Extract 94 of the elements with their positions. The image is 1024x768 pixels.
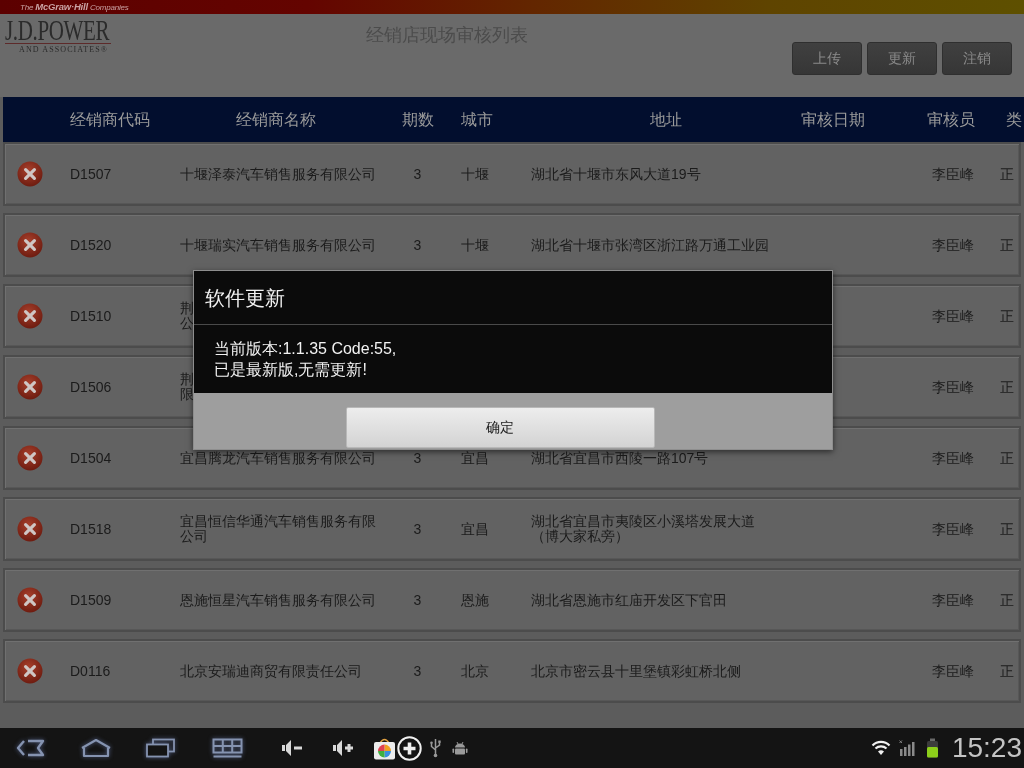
back-icon[interactable]	[15, 739, 45, 757]
table-cell: 正	[1000, 521, 1014, 537]
table-cell: 李臣峰	[932, 308, 974, 324]
delete-icon[interactable]	[17, 232, 43, 258]
delete-icon[interactable]	[17, 445, 43, 471]
table-cell: 3	[413, 521, 422, 537]
column-header: 城市	[461, 110, 493, 128]
table-cell: 湖北省宜昌市西陵一路107号	[531, 451, 709, 466]
table-cell: 湖北省十堰市张湾区浙江路万通工业园	[531, 238, 769, 253]
table-cell: D0116	[70, 663, 111, 679]
toolbar-button[interactable]: 注销	[942, 42, 1012, 75]
table-cell: 十堰	[461, 237, 489, 253]
table-cell: 湖北省十堰市东风大道19号	[531, 167, 701, 182]
column-header: 经销商代码	[70, 110, 150, 128]
table-cell: 恩施恒星汽车销售服务有限公司	[180, 593, 376, 608]
table-cell: D1506	[70, 379, 112, 395]
column-header: 地址	[650, 110, 682, 128]
table-cell: 正	[1000, 450, 1014, 466]
table-cell: 北京	[461, 663, 489, 679]
table-cell: 李臣峰	[932, 592, 974, 608]
table-cell: 李臣峰	[932, 521, 974, 537]
column-header: 经销商名称	[236, 110, 316, 128]
delete-icon[interactable]	[17, 303, 43, 329]
table-cell-text: 湖北省宜昌市夷陵区小溪塔发展大道（博大家私旁）	[531, 513, 756, 544]
table-row[interactable]: D1520 十堰瑞实汽车销售服务有限公司 3 十堰 湖北省十堰市张湾区浙江路万通工业园 李臣峰 正	[3, 213, 1021, 277]
table-row[interactable]: D1509 恩施恒星汽车销售服务有限公司 3 恩施 湖北省恩施市红庙开发区下官田 李臣峰 正	[3, 568, 1021, 632]
logo-text: J.D.POWER	[5, 17, 110, 42]
column-header: 类	[1006, 110, 1022, 128]
brand-tagline: The McGraw·Hill Companies	[20, 0, 129, 14]
table-cell: 宜昌	[461, 450, 489, 466]
table-cell: 十堰瑞实汽车销售服务有限公司	[180, 238, 376, 253]
table-cell: 李臣峰	[932, 166, 974, 182]
dialog-button[interactable]: 确定	[345, 407, 655, 448]
table-cell: 湖北省恩施市红庙开发区下官田	[531, 593, 727, 608]
table-cell: 李臣峰	[932, 663, 974, 679]
table-cell: 公	[180, 316, 194, 331]
table-cell: D1518	[70, 521, 112, 537]
table-cell: 3	[413, 450, 422, 466]
clock-time: 15:23	[951, 733, 1022, 763]
robot-icon	[452, 741, 468, 755]
table-cell: 十堰	[461, 166, 489, 182]
table-cell: D1510	[70, 308, 112, 324]
table-cell: 正	[1000, 166, 1014, 182]
table-cell: 宜昌腾龙汽车销售服务有限公司	[180, 451, 376, 466]
table-cell: 李臣峰	[932, 450, 974, 466]
table-cell: 限	[180, 387, 194, 402]
dialog-message: 当前版本:1.1.35 Code:55, 已是最新版,无需更新!	[214, 339, 397, 380]
wifi-icon	[870, 740, 891, 756]
toolbar-button[interactable]: 更新	[867, 42, 937, 75]
table-cell: D1509	[70, 592, 112, 608]
table-cell: 3	[413, 592, 422, 608]
grid-icon[interactable]	[212, 738, 243, 758]
table-cell: 3	[413, 166, 422, 182]
table-cell: 荆	[180, 372, 194, 387]
table-cell: 正	[1000, 308, 1014, 324]
table-cell: D1504	[70, 450, 112, 466]
logo-subtitle: AND ASSOCIATES®	[19, 45, 109, 54]
toolbar-button[interactable]: 上传	[792, 42, 862, 75]
table-cell: D1520	[70, 237, 112, 253]
recent-apps-icon[interactable]	[145, 738, 176, 758]
dialog-title: 软件更新	[205, 285, 285, 310]
column-header: 审核员	[927, 110, 975, 128]
table-cell: 正	[1000, 592, 1014, 608]
delete-icon[interactable]	[17, 658, 43, 684]
table-cell: 3	[413, 663, 422, 679]
table-cell: 正	[1000, 379, 1014, 395]
delete-icon[interactable]	[17, 587, 43, 613]
table-row[interactable]: D1507 十堰泽泰汽车销售服务有限公司 3 十堰 湖北省十堰市东风大道19号 李臣峰 正	[3, 142, 1021, 206]
delete-icon[interactable]	[17, 161, 43, 187]
table-cell-text: 宜昌恒信华通汽车销售服务有限公司	[180, 513, 377, 544]
battery-icon	[925, 738, 939, 758]
signal-icon	[898, 740, 915, 756]
table-cell: 北京安瑞迪商贸有限责任公司	[180, 664, 362, 679]
plus-circle-icon[interactable]	[397, 735, 422, 761]
table-cell: 恩施	[461, 592, 489, 608]
table-cell: 正	[1000, 663, 1014, 679]
table-row[interactable]: D0116 北京安瑞迪商贸有限责任公司 3 北京 北京市密云县十里堡镇彩虹桥北侧 李臣峰 正	[3, 639, 1021, 703]
table-cell: 3	[413, 237, 422, 253]
delete-icon[interactable]	[17, 516, 43, 542]
column-header: 审核日期	[801, 110, 865, 128]
table-cell: 李臣峰	[932, 237, 974, 253]
usb-icon	[429, 738, 442, 758]
table-cell: D1507	[70, 166, 112, 182]
column-header: 期数	[401, 110, 434, 128]
table-cell: 正	[1000, 237, 1014, 253]
table-row[interactable]: D1518 宜昌恒信华通汽车销售服务有限公司 3 宜昌 湖北省宜昌市夷陵区小溪塔发展大道（博大家私旁） 李臣峰 正	[3, 497, 1021, 561]
table-cell: 李臣峰	[932, 379, 974, 395]
table-cell: 宜昌	[461, 521, 489, 537]
table-cell: 荆	[180, 301, 194, 316]
table-cell: 十堰泽泰汽车销售服务有限公司	[180, 167, 376, 182]
home-icon[interactable]	[80, 738, 112, 758]
delete-icon[interactable]	[17, 374, 43, 400]
shopping-bag-icon[interactable]	[373, 736, 396, 760]
table-cell: 北京市密云县十里堡镇彩虹桥北侧	[531, 664, 741, 679]
